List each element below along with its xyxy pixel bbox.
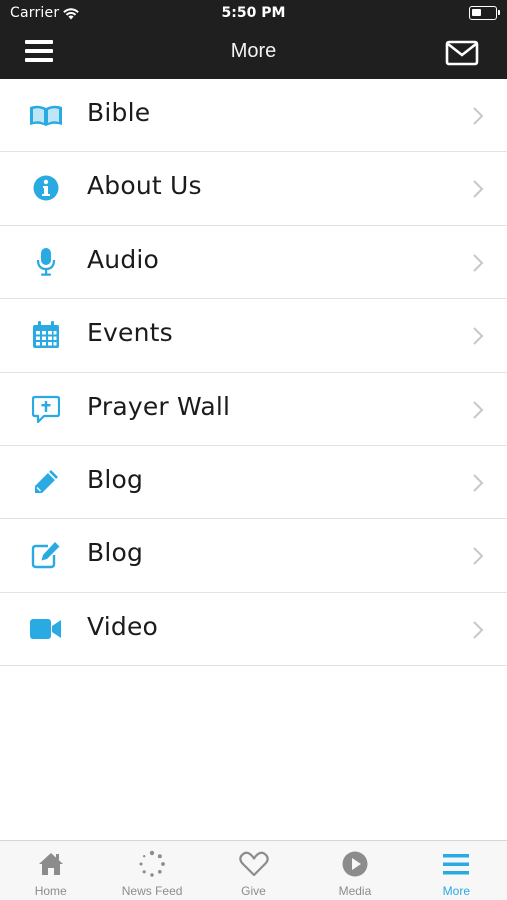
menu-item-blog[interactable]: Blog — [0, 519, 507, 593]
top-bar: Carrier 5:50 PM More — [0, 0, 507, 79]
chevron-right-icon — [472, 179, 484, 199]
menu-item-prayer-wall[interactable]: Prayer Wall — [0, 372, 507, 446]
menu-item-label: Video — [87, 611, 159, 641]
menu-item-label: About Us — [87, 171, 202, 201]
chevron-right-icon — [472, 253, 484, 273]
chevron-right-icon — [472, 106, 484, 126]
menu-item-label: Blog — [87, 464, 144, 494]
calendar-icon — [29, 320, 63, 350]
edit-icon — [29, 540, 63, 570]
menu-item-label: Audio — [87, 244, 160, 274]
menu-item-video[interactable]: Video — [0, 592, 507, 667]
chevron-right-icon — [472, 620, 484, 640]
chevron-right-icon — [472, 546, 484, 566]
menu-item-label: Blog — [87, 538, 144, 568]
battery-icon — [469, 6, 500, 20]
tab-news-feed[interactable]: News Feed — [101, 841, 202, 900]
chevron-right-icon — [472, 400, 484, 420]
tab-bar: Home News Feed Give Media More — [0, 840, 507, 900]
prayer-bubble-icon — [29, 394, 63, 424]
battery-level — [472, 9, 481, 16]
menu-item-label: Bible — [87, 98, 151, 127]
info-icon — [29, 173, 63, 203]
heart-icon — [203, 850, 304, 878]
page-title: More — [230, 40, 277, 62]
menu-item-about-us[interactable]: About Us — [0, 152, 507, 226]
envelope-icon[interactable] — [445, 40, 479, 66]
menu-item-bible[interactable]: Bible — [0, 79, 507, 153]
nav-bar: More — [0, 28, 507, 79]
chevron-right-icon — [472, 326, 484, 346]
menu-item-audio[interactable]: Audio — [0, 225, 507, 300]
tab-home[interactable]: Home — [0, 841, 101, 900]
home-icon — [0, 850, 101, 878]
tab-label: Home — [34, 884, 67, 898]
tab-label: News Feed — [121, 884, 183, 898]
tab-media[interactable]: Media — [304, 841, 405, 900]
menu-item-label: Prayer Wall — [87, 391, 231, 421]
bible-icon — [29, 100, 63, 130]
video-camera-icon — [29, 614, 63, 644]
microphone-icon — [29, 247, 63, 277]
tab-give[interactable]: Give — [203, 841, 304, 900]
tab-more[interactable]: More — [406, 841, 507, 900]
tab-label: More — [442, 884, 470, 898]
play-icon — [304, 850, 405, 878]
status-time: 5:50 PM — [221, 5, 286, 21]
menu-item-events[interactable]: Events — [0, 299, 507, 373]
tab-label: Give — [241, 884, 266, 898]
tab-label: Media — [338, 884, 372, 898]
menu-item-blog[interactable]: Blog — [0, 445, 507, 520]
refresh-icon — [101, 850, 202, 878]
menu-icon — [406, 850, 507, 878]
status-bar: Carrier 5:50 PM — [0, 0, 507, 28]
more-menu-list: Bible About Us Audio Events Prayer Wall … — [0, 79, 507, 667]
menu-item-label: Events — [87, 318, 173, 348]
chevron-right-icon — [472, 473, 484, 493]
pencil-icon — [29, 467, 63, 497]
